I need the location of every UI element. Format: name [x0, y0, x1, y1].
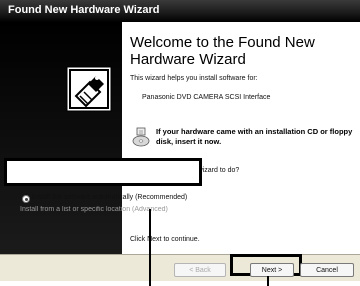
wizard-content: Welcome to the Found New Hardware Wizard… — [122, 22, 360, 254]
title-bar[interactable]: Found New Hardware Wizard — [0, 0, 360, 22]
window-title: Found New Hardware Wizard — [8, 4, 160, 16]
intro-text: This wizard helps you install software f… — [130, 75, 258, 82]
wizard-window: Found New Hardware Wizard Welcome to the… — [0, 0, 360, 281]
cd-notice: If your hardware came with an installati… — [156, 127, 353, 146]
option-install-from-list[interactable]: Install from a list or specific location… — [20, 206, 232, 216]
wizard-heading: Welcome to the Found New Hardware Wizard — [130, 34, 315, 68]
continue-text: Click Next to continue. — [130, 236, 200, 243]
side-panel — [0, 22, 122, 254]
highlight-frame-option — [4, 158, 202, 186]
option-install-from-list-label[interactable]: Install from a list or specific location… — [20, 206, 168, 213]
device-name: Panasonic DVD CAMERA SCSI Interface — [142, 94, 271, 101]
cancel-button[interactable]: Cancel — [300, 263, 354, 277]
option-install-automatically-label[interactable]: Install the software automatically (Reco… — [32, 194, 187, 201]
cd-icon — [132, 127, 150, 147]
back-button[interactable]: < Back — [174, 263, 226, 277]
hardware-wizard-icon — [66, 66, 112, 112]
callout-line-option — [149, 209, 151, 286]
next-button[interactable]: Next > — [250, 263, 294, 277]
radio-install-automatically[interactable] — [22, 195, 30, 203]
callout-line-next — [267, 276, 269, 286]
